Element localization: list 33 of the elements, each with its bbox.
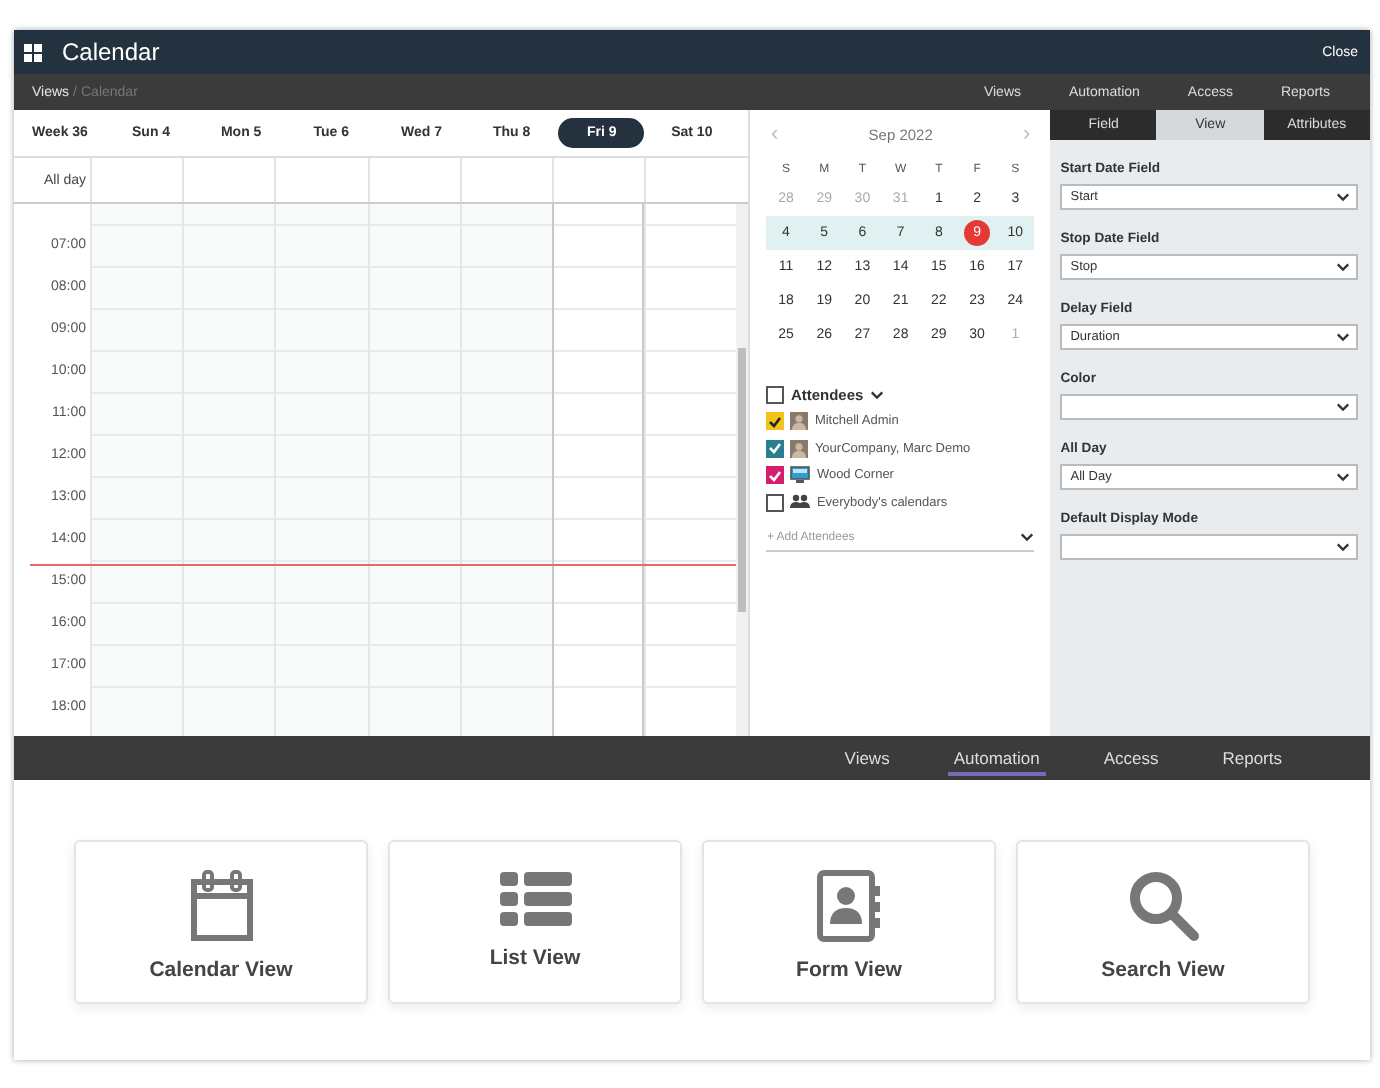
window-title: Calendar xyxy=(62,38,162,66)
checkbox[interactable] xyxy=(766,493,785,512)
monitor-icon xyxy=(790,466,811,485)
chevron-down-icon xyxy=(1336,192,1350,202)
chevron-down-icon xyxy=(1336,402,1350,412)
view-card[interactable]: Search View xyxy=(1016,840,1310,1004)
nav-tab[interactable]: Access xyxy=(1097,741,1165,775)
calendar-icon xyxy=(187,870,255,942)
chevron-down-icon xyxy=(1020,532,1035,542)
nav-tab[interactable]: Views xyxy=(838,741,896,775)
chevron-down-icon xyxy=(1336,262,1350,272)
select-field[interactable] xyxy=(1060,534,1358,560)
chevron-down-icon xyxy=(1336,542,1350,552)
chevron-down-icon xyxy=(1336,332,1350,342)
checkbox[interactable] xyxy=(766,466,785,485)
view-card[interactable]: List View xyxy=(388,840,682,1004)
avatar-icon xyxy=(790,412,809,431)
nav-tab[interactable]: Automation xyxy=(947,741,1046,775)
apps-grid-icon[interactable] xyxy=(24,43,42,61)
select-field[interactable] xyxy=(1060,394,1358,420)
chevron-down-icon xyxy=(869,389,884,399)
scrollbar-thumb[interactable] xyxy=(738,348,747,612)
view-card[interactable]: Calendar View xyxy=(74,840,368,1004)
checkbox[interactable] xyxy=(766,439,785,458)
nav-tab[interactable]: Reports xyxy=(1216,741,1288,775)
chevron-down-icon xyxy=(1336,472,1350,482)
list-icon xyxy=(499,870,571,930)
view-card[interactable]: Form View xyxy=(702,840,996,1004)
contact-book-icon xyxy=(815,870,883,942)
people-icon xyxy=(790,494,811,511)
checkbox[interactable] xyxy=(766,385,785,403)
search-icon xyxy=(1127,870,1199,942)
avatar-icon xyxy=(790,439,809,458)
